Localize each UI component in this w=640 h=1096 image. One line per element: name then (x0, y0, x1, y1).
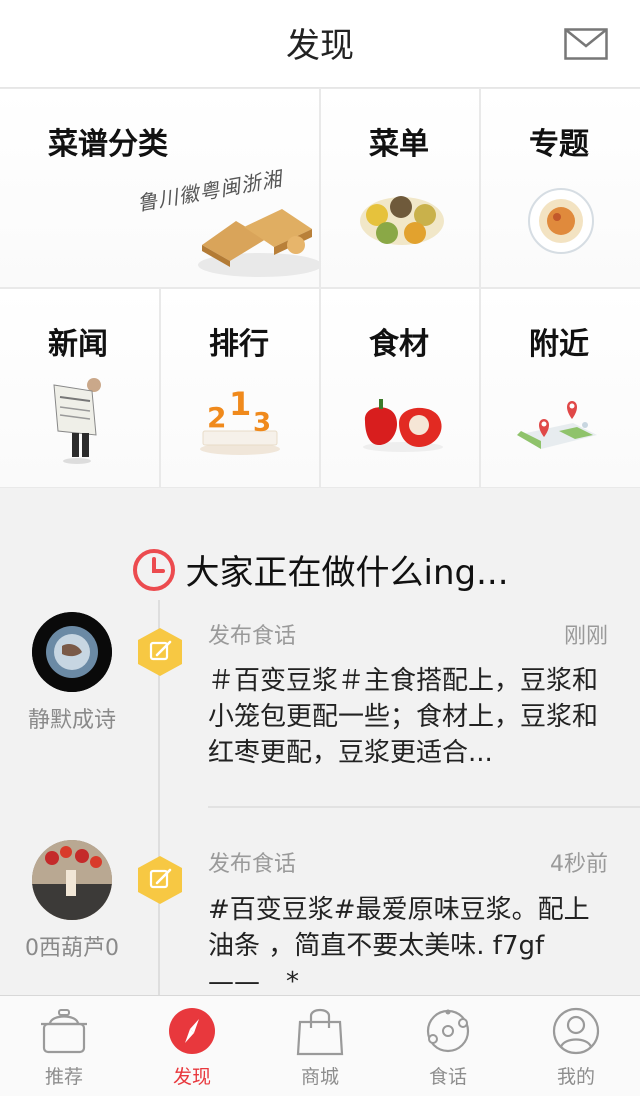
tab-talk[interactable]: 食话 (384, 996, 512, 1096)
grid-label: 新闻 (48, 327, 108, 362)
username[interactable]: 静默成诗 (0, 702, 144, 734)
tab-label: 推荐 (44, 1066, 83, 1088)
svg-text:2: 2 (207, 401, 226, 434)
tab-recommend[interactable]: 推荐 (0, 996, 128, 1096)
grid-label: 专题 (529, 127, 589, 162)
grid-label: 菜单 (369, 127, 429, 162)
compass-icon (169, 1008, 215, 1054)
grid-item-ranking[interactable]: 排行 2 1 3 (161, 289, 319, 487)
edit-icon (138, 628, 182, 676)
svg-text:3: 3 (253, 408, 271, 438)
feed-item[interactable]: 静默成诗 发布食话 刚刚 ＃百变豆浆＃主食搭配上，豆浆和小笼包更配一些；食材上，… (0, 610, 640, 810)
grid-item-news[interactable]: 新闻 (0, 289, 159, 487)
shopping-bag-icon (296, 1008, 344, 1056)
avatar[interactable] (32, 612, 112, 692)
clock-icon (132, 548, 175, 591)
action-text: 发布食话 (208, 624, 297, 649)
grid-item-nearby[interactable]: 附近 (481, 289, 640, 487)
noodle-plate-image (528, 188, 594, 254)
grid-item-ingredients[interactable]: 食材 (321, 289, 479, 487)
profile-icon (552, 1007, 600, 1055)
dumplings-image (198, 209, 319, 277)
tab-label: 发现 (172, 1066, 211, 1088)
grid-label: 排行 (209, 327, 269, 362)
edit-icon (138, 856, 182, 904)
pepper-image (363, 399, 443, 452)
post-content[interactable]: ＃百变豆浆＃主食搭配上，豆浆和小笼包更配一些；食材上，豆浆和红枣更配，豆浆更适合… (208, 663, 608, 771)
svg-text:1: 1 (229, 389, 251, 423)
tab-mine[interactable]: 我的 (512, 996, 640, 1096)
avatar-image (32, 840, 112, 920)
newspaper-man-image (53, 378, 101, 464)
mail-icon[interactable] (564, 28, 608, 60)
tab-discover[interactable]: 发现 (128, 996, 256, 1096)
grid-item-topic[interactable]: 专题 (481, 89, 640, 287)
page-title: 发现 (286, 26, 354, 66)
map-pin-icon (517, 401, 597, 449)
dishes-image (360, 196, 444, 245)
tab-label: 食话 (428, 1066, 467, 1088)
pot-icon (41, 1009, 87, 1054)
timestamp: 4秒前 (550, 852, 608, 877)
divider (208, 806, 640, 808)
podium-icon: 2 1 3 (200, 389, 280, 455)
category-grid: 菜谱分类 鲁川徽粤闽浙湘 菜单 专题 新闻 排行 2 1 3 食材 附近 (0, 88, 640, 488)
tab-mall[interactable]: 商城 (256, 996, 384, 1096)
planet-icon (426, 1009, 470, 1053)
grid-label: 食材 (369, 327, 429, 362)
action-text: 发布食话 (208, 852, 297, 877)
grid-label: 附近 (529, 327, 589, 362)
tab-label: 商城 (300, 1066, 339, 1088)
avatar-image (32, 612, 112, 692)
nav-bar: 发现 (0, 0, 640, 88)
feed-item[interactable]: 0西葫芦0 发布食话 4秒前 #百变豆浆#最爱原味豆浆。配上油条 ，简直不要太美… (0, 838, 640, 996)
post-content[interactable]: #百变豆浆#最爱原味豆浆。配上油条 ，简直不要太美味. f7gf —— * (208, 892, 608, 996)
username[interactable]: 0西葫芦0 (0, 930, 144, 962)
grid-item-menu[interactable]: 菜单 (321, 89, 479, 287)
grid-label: 菜谱分类 (48, 127, 168, 162)
timestamp: 刚刚 (563, 624, 608, 649)
tab-bar: 推荐 发现 商城 食话 我的 (0, 995, 640, 1096)
avatar[interactable] (32, 840, 112, 920)
activity-section-title: 大家正在做什么ing... (0, 545, 640, 593)
tab-label: 我的 (556, 1066, 595, 1088)
section-title-text: 大家正在做什么ing... (185, 553, 509, 593)
grid-item-recipe-category[interactable]: 菜谱分类 鲁川徽粤闽浙湘 (0, 89, 319, 287)
